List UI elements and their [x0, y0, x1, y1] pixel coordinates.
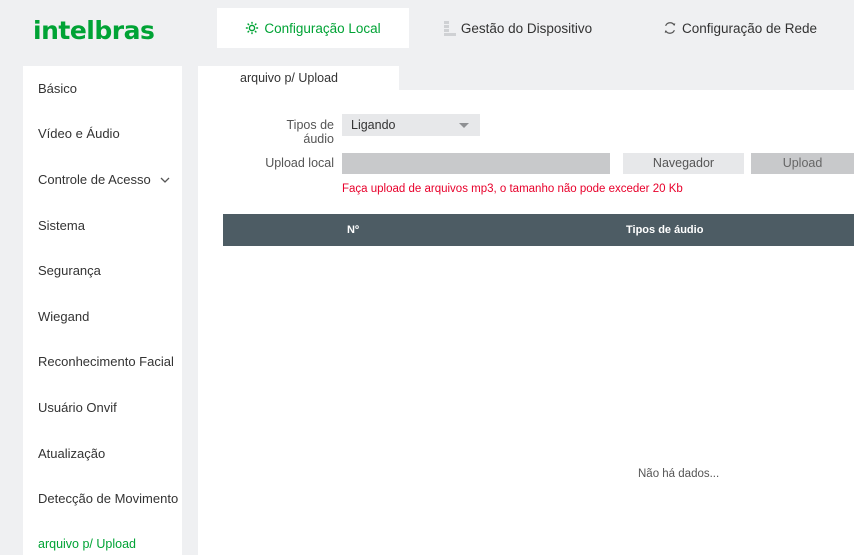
caret-down-icon: [459, 123, 469, 128]
upload-local-label: Upload local: [265, 156, 334, 170]
sidebar-item-atualizacao[interactable]: Atualização: [38, 446, 105, 461]
tab-gestao-dispositivo[interactable]: Gestão do Dispositivo: [418, 8, 618, 48]
subtab-bar: arquivo p/ Upload: [198, 66, 854, 90]
sidebar-item-reconhecimento-facial[interactable]: Reconhecimento Facial: [38, 354, 174, 369]
column-header-audio-type: Tipos de áudio: [626, 224, 704, 236]
sidebar-item-basico[interactable]: Básico: [38, 81, 77, 96]
sidebar-item-label: arquivo p/ Upload: [38, 537, 136, 551]
top-bar: intelbras Configuração Local Gestão do D…: [0, 0, 854, 55]
brand-logo: intelbras: [33, 16, 155, 45]
sidebar-item-label: Básico: [38, 81, 78, 96]
tab-label: Gestão do Dispositivo: [460, 20, 593, 36]
main-panel: arquivo p/ Upload Tipos de áudio Ligando…: [198, 66, 854, 555]
sidebar-item-arquivo-upload[interactable]: arquivo p/ Upload: [38, 537, 136, 551]
tab-label: Configuração Local: [264, 20, 381, 36]
sidebar-item-wiegand[interactable]: Wiegand: [38, 309, 89, 324]
empty-table-text: Não há dados...: [638, 468, 720, 480]
tab-configuracao-rede[interactable]: Configuração de Rede: [626, 8, 854, 48]
sidebar: Básico Vídeo e Áudio Controle de Acesso …: [23, 66, 182, 555]
gear-icon: [245, 21, 259, 35]
tab-configuracao-local[interactable]: Configuração Local: [217, 8, 409, 48]
device-list-icon: [443, 20, 456, 36]
sidebar-item-video-audio[interactable]: Vídeo e Áudio: [38, 126, 120, 141]
sidebar-item-label: Reconhecimento Facial: [38, 354, 174, 369]
sidebar-item-usuario-onvif[interactable]: Usuário Onvif: [38, 400, 117, 415]
sidebar-item-label: Usuário Onvif: [38, 400, 117, 415]
sidebar-item-sistema[interactable]: Sistema: [38, 218, 85, 233]
network-refresh-icon: [663, 21, 677, 35]
tab-label: Configuração de Rede: [681, 20, 818, 36]
upload-button[interactable]: Upload: [751, 153, 854, 174]
upload-file-field[interactable]: [342, 153, 610, 174]
chevron-down-icon: [160, 177, 170, 183]
subtab-arquivo-upload[interactable]: arquivo p/ Upload: [198, 66, 399, 90]
sidebar-item-label: Controle de Acesso: [38, 172, 151, 187]
audio-type-value: Ligando: [351, 118, 396, 132]
audio-type-label: Tipos de áudio: [286, 118, 334, 146]
upload-hint-text: Faça upload de arquivos mp3, o tamanho n…: [342, 183, 683, 195]
audio-type-select[interactable]: Ligando: [342, 114, 480, 136]
table-header: Nº Tipos de áudio: [223, 214, 854, 246]
sidebar-item-label: Vídeo e Áudio: [38, 126, 120, 141]
sidebar-item-controle-acesso[interactable]: Controle de Acesso: [38, 172, 170, 187]
sidebar-item-label: Atualização: [38, 446, 106, 461]
column-header-number: Nº: [347, 224, 359, 236]
sidebar-item-seguranca[interactable]: Segurança: [38, 263, 101, 278]
sidebar-item-label: Segurança: [38, 263, 101, 278]
browse-button[interactable]: Navegador: [623, 153, 744, 174]
sidebar-item-deteccao-movimento[interactable]: Detecção de Movimento: [38, 491, 178, 506]
sidebar-item-label: Sistema: [38, 218, 85, 233]
sidebar-item-label: Wiegand: [38, 309, 90, 324]
sidebar-item-label: Detecção de Movimento: [38, 491, 179, 506]
